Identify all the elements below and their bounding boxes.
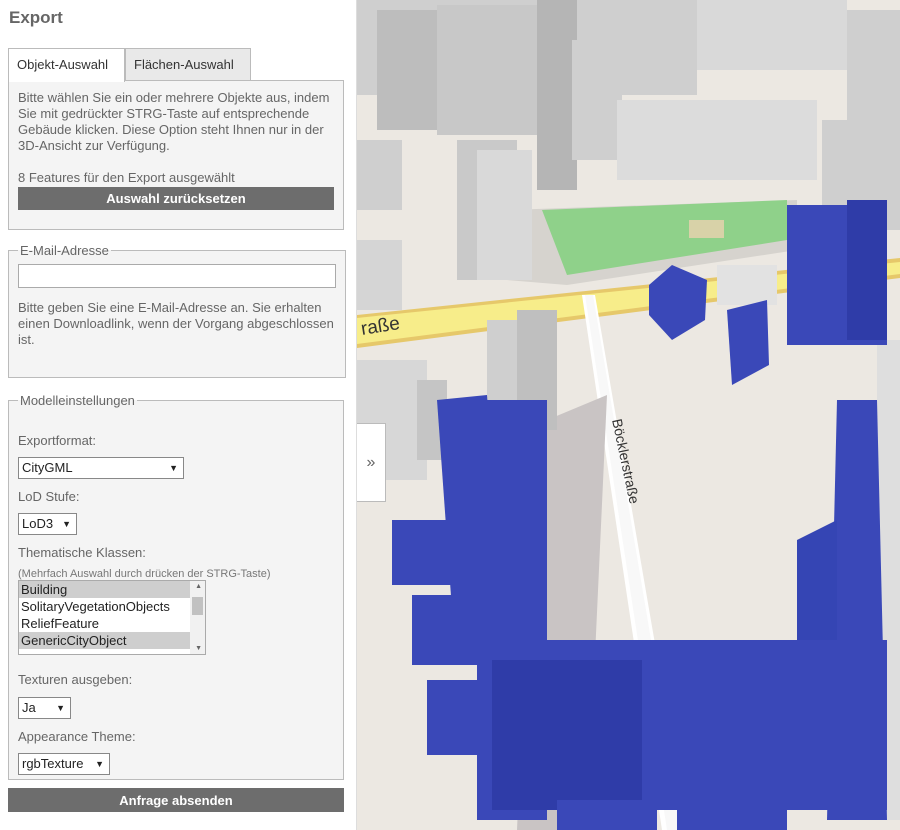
tab-flaechen-auswahl[interactable]: Flächen-Auswahl: [125, 48, 251, 81]
submit-request-button[interactable]: Anfrage absenden: [8, 788, 344, 812]
map-canvas[interactable]: raße Böcklerstraße: [357, 0, 900, 830]
collapse-panel-button[interactable]: »: [357, 423, 386, 502]
park-feature: [689, 220, 724, 238]
export-format-value: CityGML: [22, 460, 73, 475]
email-fieldset: E-Mail-Adresse Bitte geben Sie eine E-Ma…: [8, 243, 346, 378]
reset-selection-button[interactable]: Auswahl zurücksetzen: [18, 187, 334, 210]
listbox-scrollbar[interactable]: ▲ ▼: [190, 581, 205, 654]
appearance-label: Appearance Theme:: [18, 729, 136, 744]
export-panel: Export Objekt-Auswahl Flächen-Auswahl Bi…: [0, 0, 357, 830]
export-format-select[interactable]: CityGML ▼: [18, 457, 184, 479]
email-legend: E-Mail-Adresse: [20, 243, 109, 258]
classes-note: (Mehrfach Auswahl durch drücken der STRG…: [18, 568, 271, 580]
dropdown-arrow-icon: ▼: [95, 759, 104, 769]
3d-map-view[interactable]: raße Böcklerstraße: [357, 0, 900, 830]
dropdown-arrow-icon: ▼: [56, 703, 65, 713]
appearance-select[interactable]: rgbTexture ▼: [18, 753, 110, 775]
selection-instructions: Bitte wählen Sie ein oder mehrere Objekt…: [18, 90, 330, 153]
textures-label: Texturen ausgeben:: [18, 672, 133, 687]
model-settings-fieldset: Modelleinstellungen Exportformat: CityGM…: [8, 393, 344, 780]
panel-title: Export: [9, 8, 63, 27]
email-hint: Bitte geben Sie eine E-Mail-Adresse an. …: [18, 300, 334, 347]
scroll-down-icon: ▼: [195, 645, 202, 652]
selected-count: 8 Features für den Export ausgewählt: [18, 170, 235, 185]
textures-select[interactable]: Ja ▼: [18, 697, 71, 719]
double-chevron-right-icon: »: [366, 454, 376, 471]
lod-select[interactable]: LoD3 ▼: [18, 513, 77, 535]
model-settings-legend: Modelleinstellungen: [20, 393, 135, 408]
email-field[interactable]: [18, 264, 336, 288]
scroll-up-icon: ▲: [195, 583, 202, 590]
class-option[interactable]: Building: [19, 581, 190, 598]
class-option[interactable]: SolitaryVegetationObjects: [19, 598, 190, 615]
lod-label: LoD Stufe:: [18, 489, 80, 504]
object-selection-pane: Bitte wählen Sie ein oder mehrere Objekt…: [8, 80, 344, 230]
thematic-classes-listbox[interactable]: Building SolitaryVegetationObjects Relie…: [18, 580, 206, 655]
lod-value: LoD3: [22, 516, 54, 531]
textures-value: Ja: [22, 700, 36, 715]
appearance-value: rgbTexture: [22, 756, 84, 771]
class-option[interactable]: GenericCityObject: [19, 632, 190, 649]
class-option[interactable]: ReliefFeature: [19, 615, 190, 632]
scrollbar-thumb[interactable]: [192, 597, 203, 615]
tab-objekt-auswahl[interactable]: Objekt-Auswahl: [8, 48, 125, 82]
export-format-label: Exportformat:: [18, 433, 97, 448]
dropdown-arrow-icon: ▼: [62, 519, 71, 529]
classes-label: Thematische Klassen:: [18, 545, 146, 560]
dropdown-arrow-icon: ▼: [169, 463, 178, 473]
